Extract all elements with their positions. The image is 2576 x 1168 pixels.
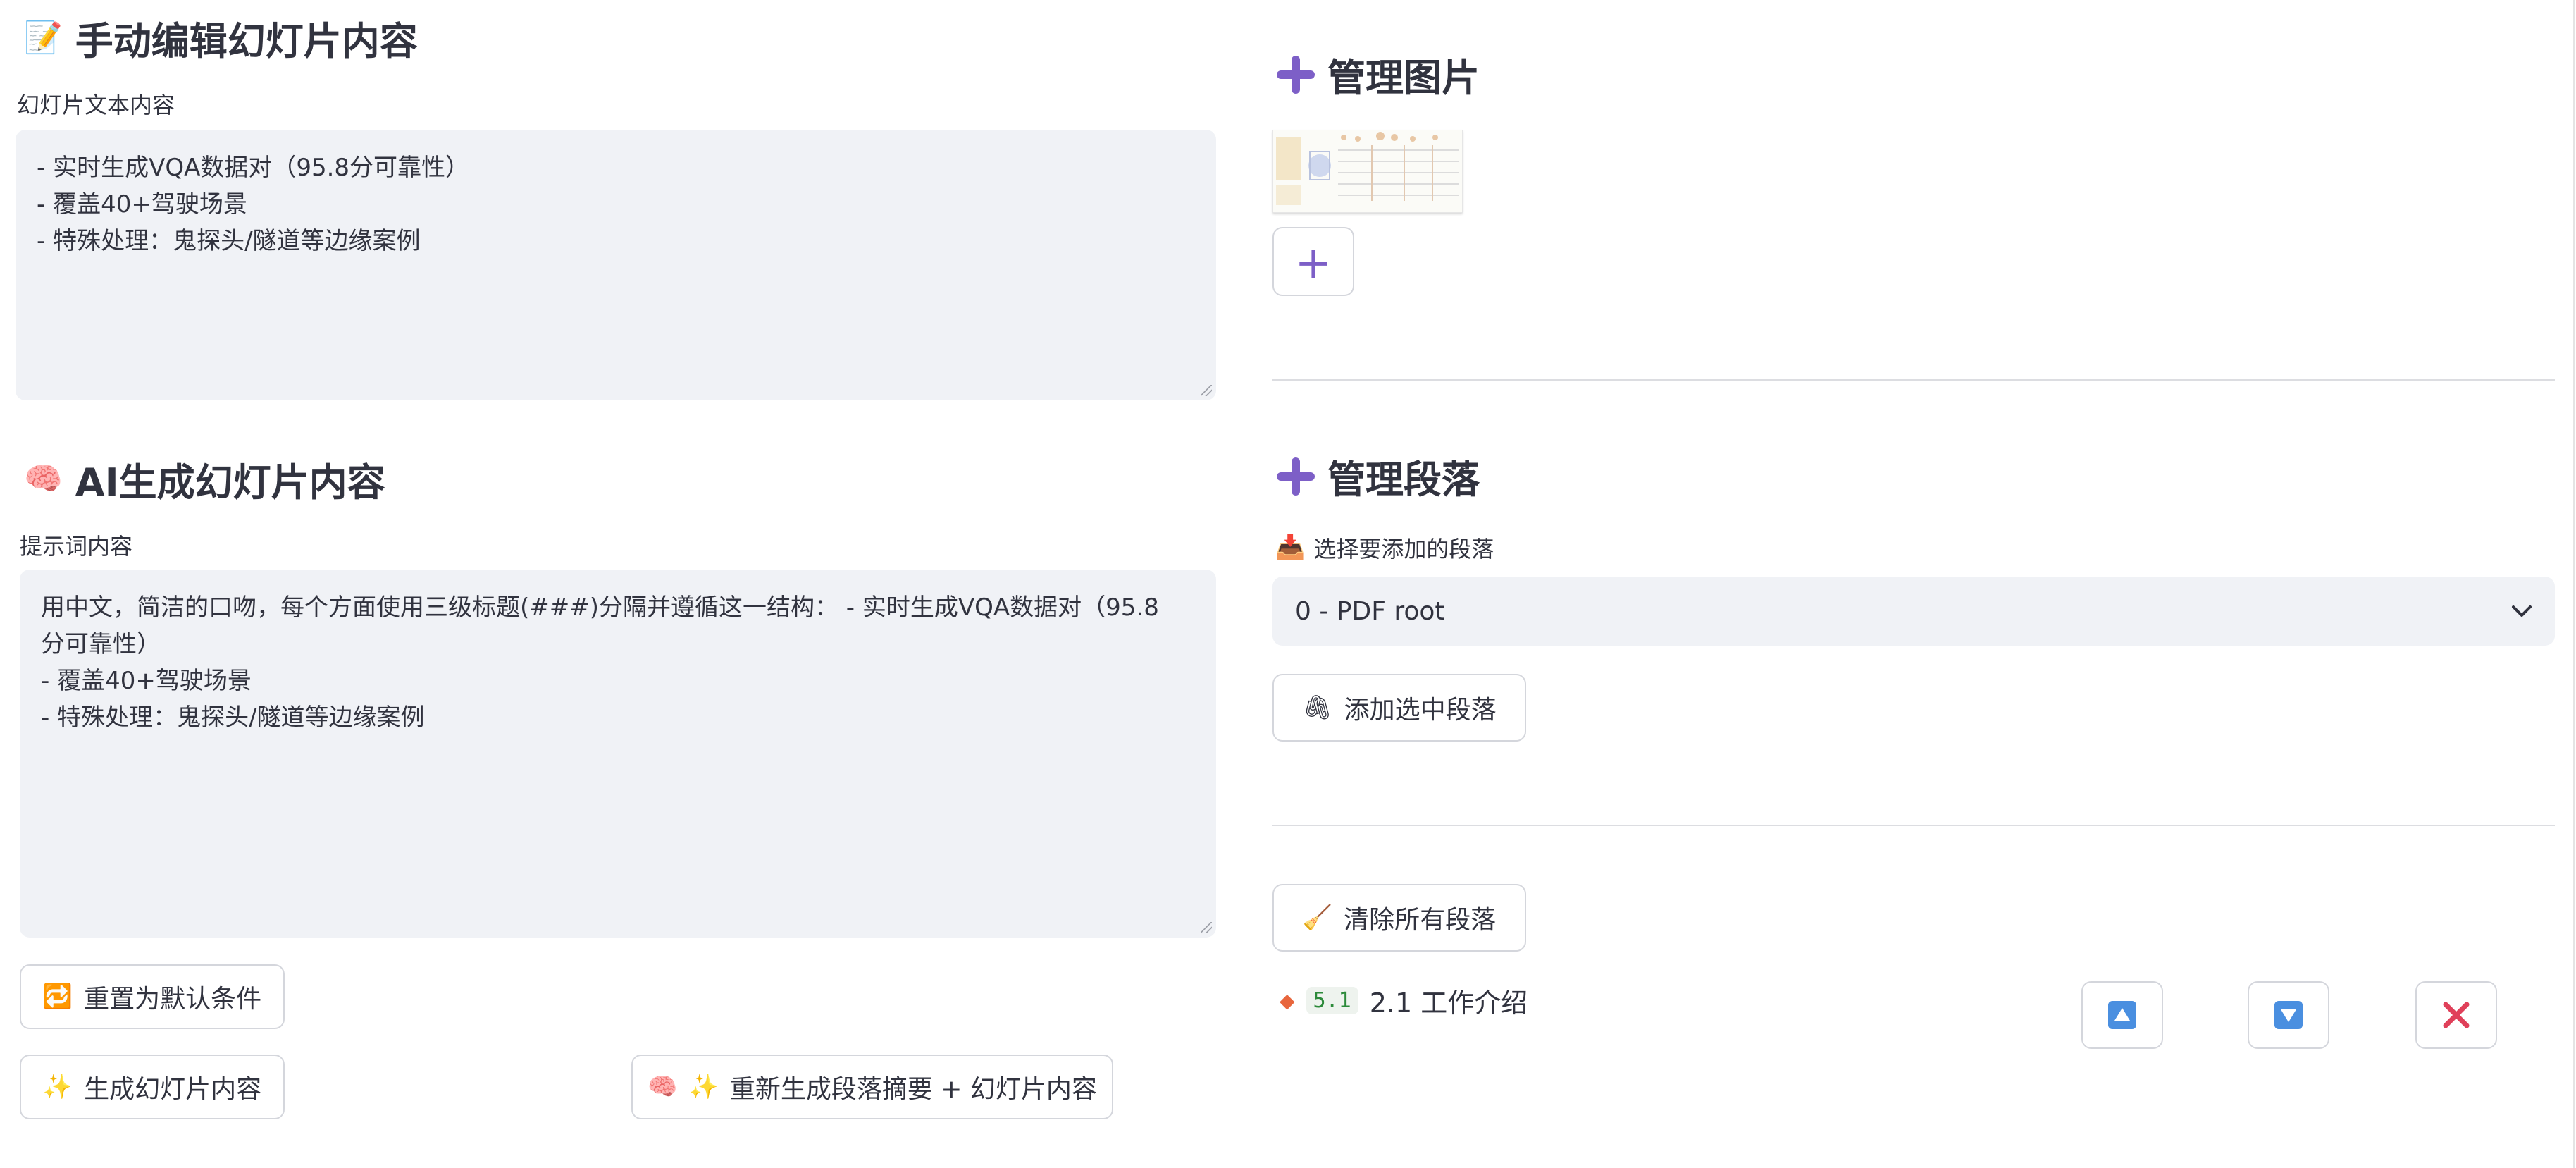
clear-paragraphs-button[interactable]: 🧹 清除所有段落 xyxy=(1272,884,1526,952)
up-arrow-icon xyxy=(2108,1001,2136,1029)
manage-paragraphs-heading: 管理段落 xyxy=(1277,448,1480,504)
prompt-line: - 覆盖40+驾驶场景 xyxy=(41,667,252,695)
sparkles-icon: ✨ xyxy=(688,1073,719,1101)
delete-paragraph-button[interactable] xyxy=(2415,981,2497,1049)
plus-icon xyxy=(1277,55,1315,94)
prompt-label: 提示词内容 xyxy=(20,533,133,560)
generate-slide-button[interactable]: ✨ 生成幻灯片内容 xyxy=(20,1055,285,1119)
regenerate-summary-label: 重新生成段落摘要 + 幻灯片内容 xyxy=(729,1075,1097,1104)
move-down-button[interactable] xyxy=(2248,981,2329,1049)
paragraph-title: 2.1 工作介绍 xyxy=(1369,988,1528,1019)
prompt-line: - 特殊处理：鬼探头/隧道等边缘案例 xyxy=(41,703,425,732)
move-up-button[interactable] xyxy=(2081,981,2163,1049)
close-icon xyxy=(2443,1002,2470,1028)
slide-text-line: - 实时生成VQA数据对（95.8分可靠性） xyxy=(37,154,470,182)
prompt-text-area[interactable]: 用中文，简洁的口吻，每个方面使用三级标题(###)分隔并遵循这一结构： - 实时… xyxy=(20,570,1216,938)
generate-slide-label: 生成幻灯片内容 xyxy=(84,1075,262,1104)
reset-default-label: 重置为默认条件 xyxy=(84,985,262,1014)
resize-handle[interactable] xyxy=(1201,385,1212,396)
divider xyxy=(1272,379,2555,381)
add-selected-paragraph-button[interactable]: 🖇 添加选中段落 xyxy=(1272,674,1526,742)
reset-default-button[interactable]: 🔁 重置为默认条件 xyxy=(20,964,285,1029)
plus-icon xyxy=(1277,457,1315,496)
ai-generate-title: AI生成幻灯片内容 xyxy=(75,460,385,505)
slide-text-line: - 特殊处理：鬼探头/隧道等边缘案例 xyxy=(37,227,421,255)
thumbnail-graphic xyxy=(1273,130,1462,212)
prompt-line: 用中文，简洁的口吻，每个方面使用三级标题(###)分隔并遵循这一结构： - 实时… xyxy=(41,594,1159,622)
manage-images-title: 管理图片 xyxy=(1327,56,1480,100)
ai-generate-heading: 🧠 AI生成幻灯片内容 xyxy=(24,451,385,507)
brain-icon: 🧠 xyxy=(24,460,63,497)
paragraph-select-label: 📥 选择要添加的段落 xyxy=(1275,531,1494,564)
paperclip-icon: 🖇 xyxy=(1302,694,1333,722)
add-selected-paragraph-label: 添加选中段落 xyxy=(1344,696,1497,725)
manage-paragraphs-title: 管理段落 xyxy=(1327,457,1480,502)
add-image-button[interactable]: ＋ xyxy=(1272,227,1354,296)
paragraph-select-value: 0 - PDF root xyxy=(1295,596,1445,626)
paragraph-list-item: ◆ 5.1 2.1 工作介绍 xyxy=(1280,981,1528,1020)
orange-diamond-icon: ◆ xyxy=(1280,989,1295,1012)
memo-icon: 📝 xyxy=(24,19,63,56)
sparkles-icon: ✨ xyxy=(42,1073,73,1101)
scrollbar-track[interactable] xyxy=(2573,0,2575,1168)
paragraph-select-label-text: 选择要添加的段落 xyxy=(1313,536,1494,563)
image-thumbnail[interactable] xyxy=(1272,130,1463,213)
repeat-icon: 🔁 xyxy=(42,983,73,1011)
clear-paragraphs-label: 清除所有段落 xyxy=(1344,906,1497,935)
paragraph-select[interactable]: 0 - PDF root xyxy=(1272,577,2555,646)
slide-text-line: - 覆盖40+驾驶场景 xyxy=(37,190,247,219)
chevron-down-icon xyxy=(2512,605,2532,617)
manual-edit-heading: 📝 手动编辑幻灯片内容 xyxy=(24,10,418,66)
manage-images-heading: 管理图片 xyxy=(1277,47,1480,102)
slide-text-area[interactable]: - 实时生成VQA数据对（95.8分可靠性） - 覆盖40+驾驶场景 - 特殊处… xyxy=(16,130,1216,400)
paragraph-number: 5.1 xyxy=(1306,987,1358,1014)
regenerate-summary-button[interactable]: 🧠 ✨ 重新生成段落摘要 + 幻灯片内容 xyxy=(631,1055,1113,1119)
resize-handle[interactable] xyxy=(1201,922,1212,933)
down-arrow-icon xyxy=(2274,1001,2303,1029)
slide-text-label: 幻灯片文本内容 xyxy=(17,92,175,118)
divider xyxy=(1272,825,2555,826)
manual-edit-title: 手动编辑幻灯片内容 xyxy=(75,19,418,63)
broom-icon: 🧹 xyxy=(1302,904,1333,932)
inbox-tray-icon: 📥 xyxy=(1275,534,1306,562)
brain-icon: 🧠 xyxy=(648,1073,678,1101)
plus-icon: ＋ xyxy=(1294,244,1332,287)
prompt-line: 分可靠性） xyxy=(41,630,161,658)
